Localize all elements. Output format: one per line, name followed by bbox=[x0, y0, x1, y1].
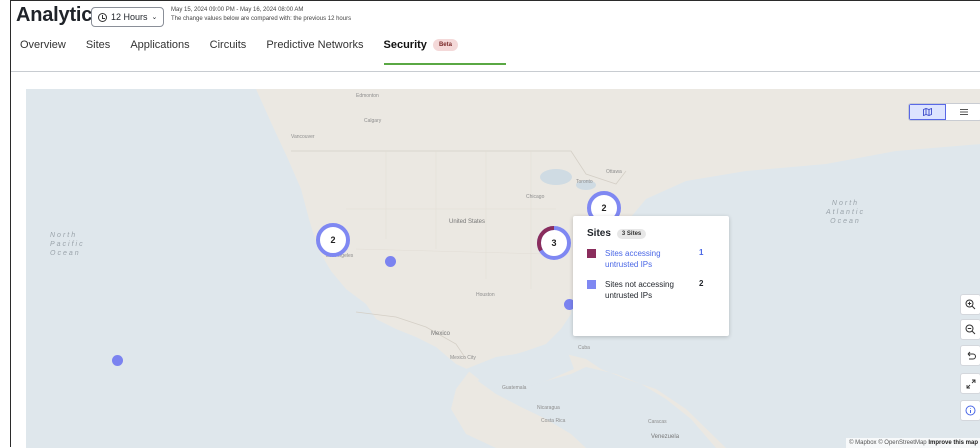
zoom-in-icon bbox=[965, 299, 976, 310]
time-range-info: May 15, 2024 09:00 PM - May 16, 2024 08:… bbox=[171, 6, 351, 24]
improve-map-link[interactable]: Improve this map bbox=[928, 440, 978, 446]
fullscreen-icon bbox=[966, 379, 975, 388]
map-basemap bbox=[120, 89, 980, 448]
legend-swatch-trusted bbox=[587, 280, 596, 289]
tab-security[interactable]: Security Beta bbox=[383, 37, 507, 65]
info-icon bbox=[965, 405, 976, 416]
time-range-dates: May 15, 2024 09:00 PM - May 16, 2024 08:… bbox=[171, 7, 304, 13]
popup-header: Sites 3 Sites bbox=[587, 228, 715, 239]
view-toggle bbox=[908, 103, 980, 121]
map-label-ottawa: Ottawa bbox=[606, 169, 622, 175]
tab-overview[interactable]: Overview bbox=[20, 37, 66, 61]
map-label-mexico: Mexico bbox=[431, 331, 451, 337]
map-label-united-states: United States bbox=[449, 219, 486, 225]
map-panel[interactable]: Edmonton Calgary Vancouver Ottawa Toront… bbox=[26, 89, 980, 448]
sites-popup: Sites 3 Sites Sites accessing untrusted … bbox=[573, 216, 729, 336]
cluster-donut bbox=[537, 226, 571, 260]
map-label-guatemala: Guatemala bbox=[502, 385, 527, 391]
list-view-icon bbox=[959, 109, 968, 115]
attribution-text: © Mapbox © OpenStreetMap bbox=[849, 440, 927, 446]
zoom-out-icon bbox=[965, 324, 976, 335]
site-marker[interactable] bbox=[112, 355, 123, 366]
reset-icon bbox=[967, 351, 976, 360]
trusted-sites-count: 2 bbox=[699, 279, 704, 288]
time-range-label: 12 Hours bbox=[111, 12, 148, 22]
cluster-count: 2 bbox=[330, 235, 336, 245]
map-label-edmonton: Edmonton bbox=[356, 93, 379, 99]
tab-security-label: Security bbox=[383, 39, 427, 51]
app-window: Analytics 12 Hours ⌄ May 15, 2024 09:00 … bbox=[10, 0, 980, 448]
beta-badge: Beta bbox=[432, 39, 458, 51]
divider bbox=[11, 71, 980, 72]
great-lakes bbox=[540, 169, 572, 185]
map-label-cuba: Cuba bbox=[578, 345, 590, 351]
map-label-toronto: Toronto bbox=[576, 179, 593, 185]
untrusted-sites-link[interactable]: Sites accessing untrusted IPs bbox=[605, 248, 695, 270]
site-cluster-selected[interactable]: 3 bbox=[537, 226, 571, 260]
map-label-mexico-city: Mexico City bbox=[450, 355, 476, 361]
site-marker[interactable] bbox=[385, 256, 396, 267]
map-label-chicago: Chicago bbox=[526, 194, 545, 200]
legend-swatch-untrusted bbox=[587, 249, 596, 258]
time-range-button[interactable]: 12 Hours ⌄ bbox=[91, 7, 165, 27]
zoom-in-button[interactable] bbox=[960, 294, 980, 315]
zoom-out-button[interactable] bbox=[960, 319, 980, 340]
map-label-venezuela: Venezuela bbox=[651, 434, 680, 440]
popup-row-untrusted[interactable]: Sites accessing untrusted IPs 1 bbox=[587, 248, 715, 270]
map-label-costa-rica: Costa Rica bbox=[541, 418, 566, 424]
map-label-north-atlantic: North Atlantic Ocean bbox=[826, 200, 865, 225]
map-label-caracas: Caracas bbox=[648, 419, 667, 425]
fullscreen-button[interactable] bbox=[960, 373, 980, 394]
chevron-down-icon: ⌄ bbox=[151, 14, 158, 21]
tab-applications[interactable]: Applications bbox=[130, 37, 189, 61]
cluster-count: 2 bbox=[601, 203, 607, 213]
popup-row-trusted: Sites not accessing untrusted IPs 2 bbox=[587, 279, 715, 301]
map-label-vancouver: Vancouver bbox=[291, 134, 315, 140]
popup-count-badge: 3 Sites bbox=[616, 228, 647, 239]
map-label-houston: Houston bbox=[476, 292, 495, 298]
popup-title: Sites bbox=[587, 228, 611, 239]
map-view-button[interactable] bbox=[909, 104, 946, 120]
reset-view-button[interactable] bbox=[960, 345, 980, 366]
map-label-north-pacific: North Pacific Ocean bbox=[50, 232, 85, 257]
tab-sites[interactable]: Sites bbox=[86, 37, 110, 61]
tab-predictive-networks[interactable]: Predictive Networks bbox=[266, 37, 363, 61]
map-label-calgary: Calgary bbox=[364, 118, 382, 124]
map-label-nicaragua: Nicaragua bbox=[537, 405, 560, 411]
header: Analytics 12 Hours ⌄ May 15, 2024 09:00 … bbox=[11, 1, 980, 31]
site-cluster-west[interactable]: 2 bbox=[316, 223, 350, 257]
list-view-button[interactable] bbox=[946, 104, 980, 120]
untrusted-sites-count[interactable]: 1 bbox=[699, 248, 703, 257]
time-range-comparison: The change values below are compared wit… bbox=[171, 16, 352, 22]
clock-icon bbox=[98, 12, 107, 22]
tab-bar: Overview Sites Applications Circuits Pre… bbox=[11, 37, 507, 65]
info-button[interactable] bbox=[960, 400, 980, 421]
trusted-sites-label: Sites not accessing untrusted IPs bbox=[605, 280, 674, 300]
tab-circuits[interactable]: Circuits bbox=[210, 37, 247, 61]
map-view-icon bbox=[923, 108, 932, 116]
